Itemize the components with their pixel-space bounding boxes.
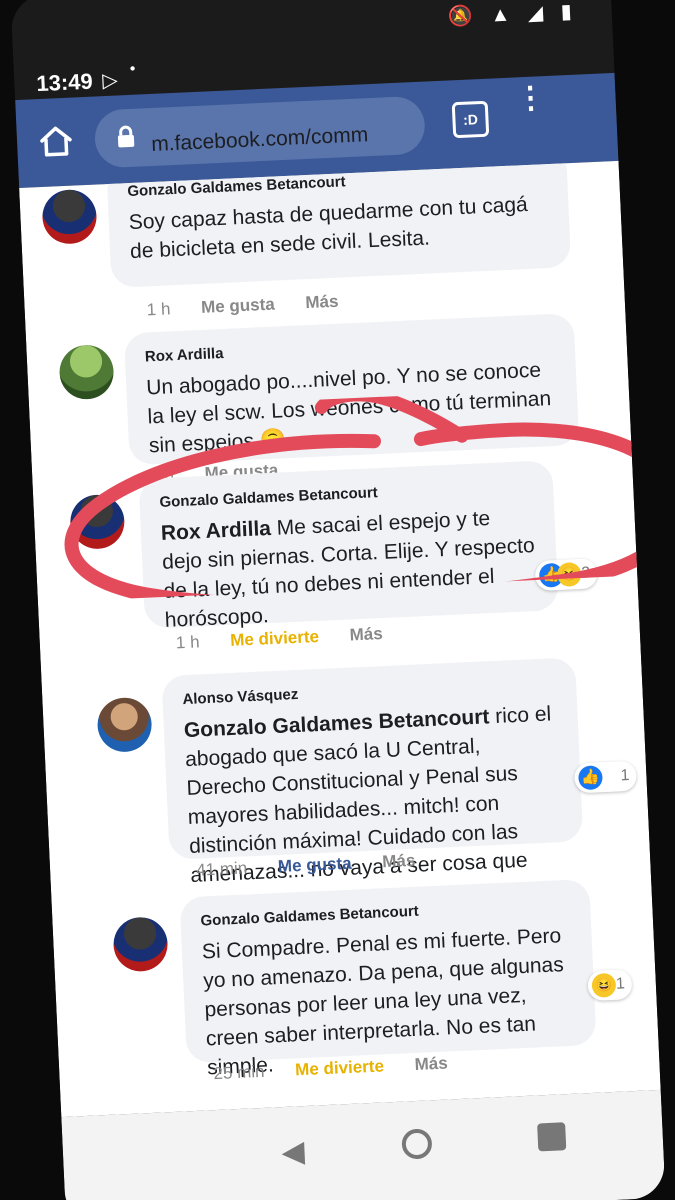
comment-time: 1 h [146, 299, 171, 320]
photo-stage: 13:49 ▷ • 🔕 ▲ ◢ ▮ m.facebook.com/comm :D… [0, 0, 675, 1200]
more-action[interactable]: Más [414, 1054, 448, 1074]
home-icon[interactable] [36, 121, 76, 161]
notification-dot: • [129, 60, 136, 78]
more-action[interactable]: Más [349, 624, 383, 644]
comment-text: Soy capaz hasta de quedarme con tu cagá … [128, 193, 529, 264]
comment-item: Rox Ardilla Un abogado po....nivel po. Y… [26, 311, 625, 485]
avatar[interactable] [41, 188, 98, 245]
haha-action[interactable]: Me divierte [230, 627, 320, 650]
more-action[interactable]: Más [305, 292, 339, 312]
reaction-count: 1 [620, 766, 630, 785]
comment-bubble: Gonzalo Galdames Betancourt Si Compadre.… [179, 878, 597, 1079]
back-icon[interactable]: ◀ [274, 1134, 312, 1172]
reaction-summary[interactable]: 😆 1 [587, 969, 633, 1002]
avatar[interactable] [96, 696, 153, 754]
home-icon-svg [40, 126, 72, 157]
like-action[interactable]: Me gusta [277, 854, 351, 876]
comment-time: 25 min [213, 1061, 265, 1084]
comment-meta: 1 h Me gusta Más [146, 292, 339, 321]
reaction-summary[interactable]: 👍 1 [573, 760, 638, 794]
comment-item: Alonso Vásquez Gonzalo Galdames Betancou… [41, 644, 640, 887]
recent-apps-icon[interactable] [537, 1122, 567, 1152]
comment-bubble: Gonzalo Galdames Betancourt Soy capaz ha… [106, 160, 572, 288]
overflow-menu-icon[interactable]: ⋮ [515, 81, 546, 142]
reaction-count: 1 [615, 975, 626, 993]
tab-count-button[interactable]: :D [451, 100, 490, 139]
comment-bubble: Alonso Vásquez Gonzalo Galdames Betancou… [161, 657, 584, 887]
like-action[interactable]: Me gusta [201, 295, 275, 317]
comment-feed: Gonzalo Galdames Betancourt Soy capaz ha… [19, 160, 661, 1118]
more-action[interactable]: Más [382, 851, 416, 871]
phone-screen: 13:49 ▷ • 🔕 ▲ ◢ ▮ m.facebook.com/comm :D… [10, 0, 666, 1200]
like-reaction-icon: 👍 [577, 765, 603, 791]
status-bar: 13:49 ▷ • 🔕 ▲ ◢ ▮ [10, 0, 613, 97]
home-button-icon[interactable] [401, 1128, 433, 1160]
comment-time: 1 h [175, 632, 200, 653]
haha-action[interactable]: Me divierte [295, 1056, 385, 1079]
url-field[interactable]: m.facebook.com/comm [93, 95, 426, 169]
play-icon: ▷ [101, 69, 119, 93]
lock-icon [117, 125, 135, 148]
comment-time: 41 min [195, 858, 248, 880]
status-icons: 🔕 ▲ ◢ ▮ [447, 0, 579, 29]
url-text: m.facebook.com/comm [150, 123, 369, 156]
status-time: 13:49 [35, 68, 94, 97]
red-highlight-circle [64, 388, 661, 602]
avatar[interactable] [112, 916, 169, 973]
haha-reaction-icon: 😆 [591, 972, 617, 998]
avatar[interactable] [58, 343, 115, 401]
